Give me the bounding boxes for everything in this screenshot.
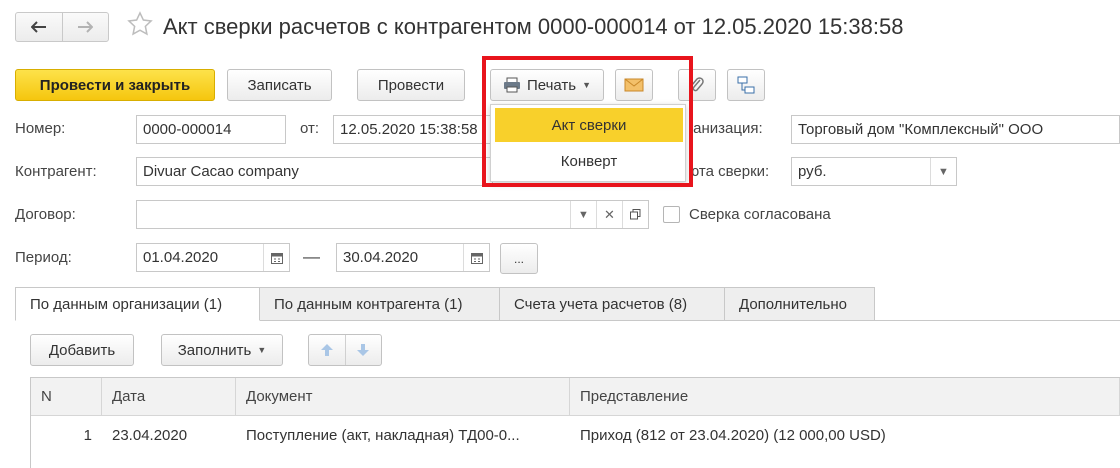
structure-button[interactable]	[727, 69, 765, 101]
column-header[interactable]: Дата	[102, 378, 236, 415]
page-title: Акт сверки расчетов с контрагентом 0000-…	[163, 14, 904, 39]
row-representation: Приход (812 от 23.04.2020) (12 000,00 US…	[580, 426, 886, 444]
period-to-field[interactable]: 30.04.2020	[336, 243, 490, 272]
currency-select[interactable]: руб. ▼	[791, 157, 957, 186]
fill-label: Заполнить	[177, 341, 252, 359]
hierarchy-icon	[737, 76, 755, 94]
dropdown-arrow-icon[interactable]: ▼	[930, 158, 956, 185]
number-field[interactable]: 0000-000014	[136, 115, 286, 144]
period-select-button[interactable]: ...	[500, 243, 538, 274]
chevron-down-icon: ▼	[257, 345, 267, 355]
post-and-close-button[interactable]: Провести и закрыть	[15, 69, 215, 101]
forward-button[interactable]	[61, 13, 109, 41]
add-row-button[interactable]: Добавить	[30, 334, 134, 366]
save-button[interactable]: Записать	[227, 69, 332, 101]
contract-field[interactable]: ▼ ✕	[136, 200, 649, 229]
table-row[interactable]: 1 23.04.2020 Поступление (акт, накладная…	[31, 416, 1120, 454]
counterparty-label: Контрагент:	[15, 163, 97, 180]
open-icon[interactable]	[622, 201, 648, 228]
organization-label: ганизация:	[688, 120, 763, 137]
organization-field[interactable]: Торговый дом "Комплексный" ООО	[791, 115, 1120, 144]
row-date: 23.04.2020	[112, 426, 188, 444]
tab-organization-data[interactable]: По данным организации (1)	[15, 287, 260, 321]
clear-icon[interactable]: ✕	[596, 201, 622, 228]
post-button[interactable]: Провести	[357, 69, 465, 101]
table-header: N Дата Документ Представление	[31, 378, 1120, 416]
date-label: от:	[300, 120, 320, 137]
highlight-frame	[482, 56, 693, 187]
arrow-left-icon	[30, 21, 46, 33]
calendar-icon[interactable]	[263, 244, 289, 271]
calendar-icon[interactable]	[463, 244, 489, 271]
dropdown-arrow-icon[interactable]: ▼	[570, 201, 596, 228]
fill-button[interactable]: Заполнить ▼	[161, 334, 283, 366]
agreed-checkbox[interactable]	[663, 206, 680, 223]
row-number: 1	[83, 426, 92, 444]
tab-counterparty-data[interactable]: По данным контрагента (1)	[260, 287, 500, 321]
move-buttons-group	[308, 334, 382, 366]
period-label: Период:	[15, 249, 72, 266]
period-from-field[interactable]: 01.04.2020	[136, 243, 290, 272]
column-header[interactable]: N	[31, 378, 102, 415]
tab-additional[interactable]: Дополнительно	[725, 287, 875, 321]
tab-settlement-accounts[interactable]: Счета учета расчетов (8)	[500, 287, 725, 321]
arrow-right-icon	[78, 21, 94, 33]
period-separator: —	[303, 247, 320, 266]
back-button[interactable]	[16, 13, 62, 41]
currency-label: юта сверки:	[688, 163, 770, 180]
documents-table: N Дата Документ Представление 1 23.04.20…	[30, 377, 1120, 468]
number-label: Номер:	[15, 120, 66, 137]
counterparty-field[interactable]: Divuar Cacao company	[136, 157, 493, 186]
move-up-icon[interactable]	[309, 343, 345, 357]
row-document: Поступление (акт, накладная) ТД00-0...	[246, 426, 520, 444]
move-down-icon[interactable]	[346, 343, 382, 357]
contract-label: Договор:	[15, 206, 76, 223]
column-header[interactable]: Представление	[570, 378, 1120, 415]
agreed-label: Сверка согласована	[689, 206, 831, 223]
favorite-star-icon[interactable]	[126, 10, 154, 42]
column-header[interactable]: Документ	[236, 378, 570, 415]
tab-divider	[275, 320, 1120, 321]
tab-bar: По данным организации (1) По данным конт…	[15, 287, 875, 321]
date-field[interactable]: 12.05.2020 15:38:58	[333, 115, 493, 144]
nav-group	[15, 12, 109, 42]
